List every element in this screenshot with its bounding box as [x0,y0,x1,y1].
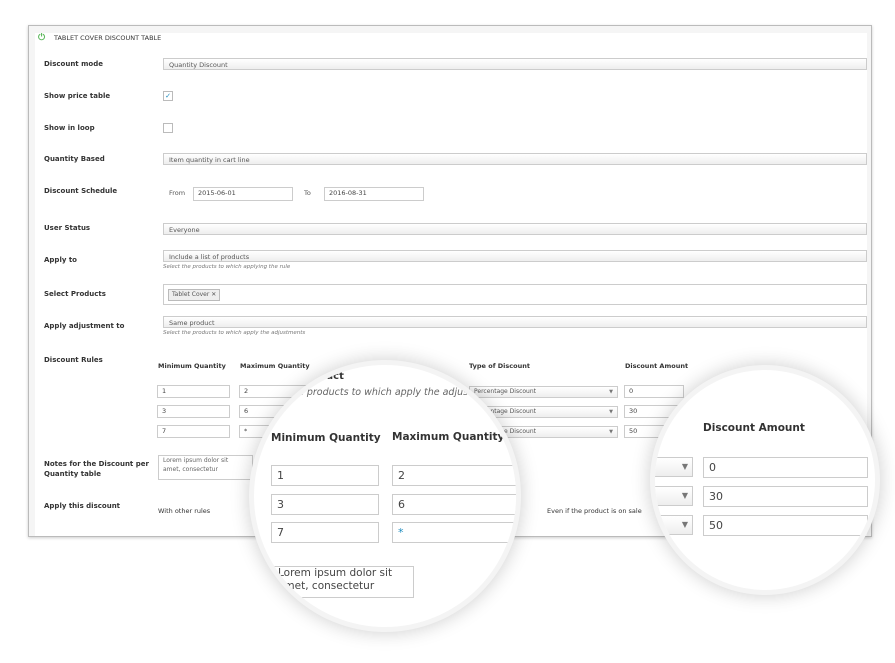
apply-adjustment-hint: Select the products to which apply the a… [163,330,306,336]
type-header: Type of Discount [469,362,530,370]
dropdown-arrow-icon: ▼ [609,389,613,395]
show-price-table-label: Show price table [44,92,111,100]
amount-input[interactable]: 0 [624,385,684,398]
max-qty-input-zoomed[interactable]: 6 [392,494,516,515]
product-tag-label: Tablet Cover [172,291,210,298]
notes-textarea-zoomed[interactable]: Lorem ipsum dolor sit amet, consectetur [272,566,414,598]
dropdown-arrow-icon: ▼ [681,520,688,529]
quantity-based-select[interactable]: Item quantity in cart line [163,153,867,165]
user-status-select[interactable]: Everyone [163,223,867,235]
magnifier-right: Discount Amount ▼ ▼ ▼ 0 30 50 [655,370,875,590]
discount-mode-label: Discount mode [44,60,103,68]
product-tag: Tablet Cover ✕ [168,289,221,301]
discount-type-select-zoomed[interactable]: ▼ [655,457,693,477]
amount-header-zoomed: Discount Amount [703,422,805,434]
user-status-label: User Status [44,224,91,232]
amount-header: Discount Amount [625,362,689,370]
notes-label: Notes for the Discount per Quantity tabl… [44,460,149,478]
max-qty-header: Maximum Quantity [240,362,310,370]
min-qty-input-zoomed[interactable]: 3 [271,494,379,515]
max-qty-header-zoomed: Maximum Quantity [392,431,505,443]
from-label: From [169,189,186,197]
dropdown-arrow-icon: ▼ [609,409,613,415]
select-products-input[interactable]: Tablet Cover ✕ [163,284,867,305]
discount-type-select[interactable]: Percentage Discount ▼ [469,406,618,418]
dropdown-arrow-icon: ▼ [681,491,688,500]
notes-textarea[interactable]: Lorem ipsum dolor sit amet, consectetur [158,455,253,480]
min-qty-input[interactable]: 3 [157,405,230,418]
apply-to-select[interactable]: Include a list of products [163,250,867,262]
discount-rules-label: Discount Rules [44,356,103,364]
apply-adjustment-label: Apply adjustment to [44,322,125,330]
adjustment-hint-zoomed: e products to which apply the adjustme [298,387,487,398]
max-qty-input-zoomed[interactable]: 2 [392,465,516,486]
min-qty-input-zoomed[interactable]: 1 [271,465,379,486]
quantity-based-label: Quantity Based [44,155,105,163]
min-qty-input[interactable]: 7 [157,425,230,438]
apply-adjustment-select[interactable]: Same product [163,316,867,328]
to-date-input[interactable]: 2016-08-31 [324,187,424,201]
apply-discount-label: Apply this discount [44,502,121,510]
show-in-loop-label: Show in loop [44,124,95,132]
amount-input-zoomed[interactable]: 50 [703,515,868,536]
show-price-table-checkbox[interactable]: ✓ [163,91,173,101]
remove-tag-icon[interactable]: ✕ [211,291,216,298]
discount-schedule-label: Discount Schedule [44,187,118,195]
show-in-loop-checkbox[interactable] [163,123,173,133]
min-qty-header: Minimum Quantity [158,362,226,370]
with-other-rules-option[interactable]: With other rules [158,507,210,515]
from-date-input[interactable]: 2015-06-01 [193,187,293,201]
on-sale-option[interactable]: Even if the product is on sale [547,507,642,515]
max-qty-input-zoomed[interactable]: * [392,522,516,543]
discount-type-select[interactable]: Percentage Discount ▼ [469,386,618,398]
dropdown-arrow-icon: ▼ [609,429,613,435]
rule-title: TABLET COVER DISCOUNT TABLE [54,34,162,42]
adjustment-value-zoomed: oduct [312,371,344,382]
discount-type-select-zoomed[interactable]: ▼ [655,486,693,506]
amount-input-zoomed[interactable]: 30 [703,486,868,507]
amount-input-zoomed[interactable]: 0 [703,457,868,478]
min-qty-header-zoomed: Minimum Quantity [271,432,381,444]
discount-mode-select[interactable]: Quantity Discount [163,58,867,70]
discount-type-select-zoomed[interactable]: ▼ [655,515,693,535]
min-qty-input-zoomed[interactable]: 7 [271,522,379,543]
min-qty-input[interactable]: 1 [157,385,230,398]
apply-to-label: Apply to [44,256,77,264]
power-icon[interactable]: ⏻ [38,33,45,43]
to-label: To [304,189,311,197]
dropdown-arrow-icon: ▼ [681,462,688,471]
apply-to-hint: Select the products to which applying th… [163,264,291,270]
magnifier-left: oduct e products to which apply the adju… [254,365,516,627]
select-products-label: Select Products [44,290,106,298]
